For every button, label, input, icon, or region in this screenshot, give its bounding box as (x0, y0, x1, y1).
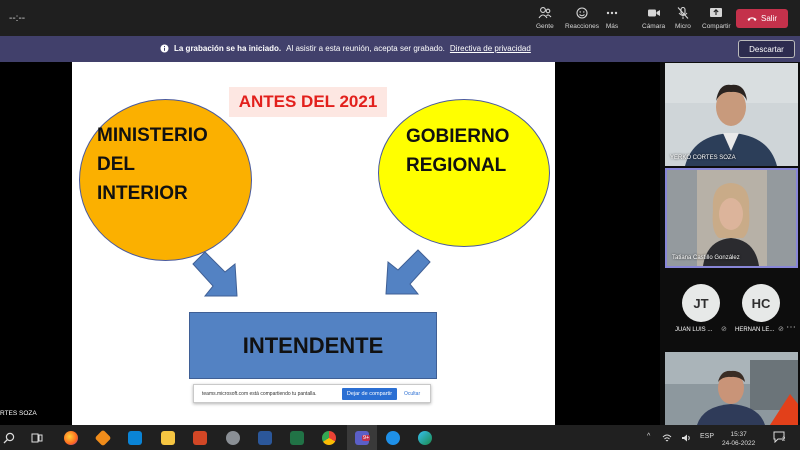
leave-label: Salir (760, 14, 777, 23)
intendente-box: INTENDENTE (189, 312, 437, 379)
people-button[interactable]: Gente (536, 6, 554, 30)
participant-video-image (665, 63, 798, 166)
participant-avatar[interactable]: JT (682, 284, 720, 322)
app-cube-icon[interactable] (94, 429, 112, 447)
participant-video-tile[interactable]: YERKO CORTES SOZA (665, 63, 798, 166)
reactions-button[interactable]: Reacciones (565, 6, 599, 30)
banner-message: Al asistir a esta reunión, acepta ser gr… (286, 44, 445, 53)
gobierno-regional-circle: GOBIERNO REGIONAL (378, 99, 550, 247)
mic-button[interactable]: Micro (675, 6, 691, 30)
dismiss-banner-button[interactable]: Descartar (738, 40, 795, 58)
camera-button[interactable]: Cámara (642, 6, 665, 30)
ministerio-interior-circle: MINISTERIO DEL INTERIOR (79, 99, 252, 261)
share-button[interactable]: Compartir (702, 6, 731, 30)
right-circle-line-2: REGIONAL (406, 155, 507, 176)
internet-explorer-icon[interactable] (386, 431, 400, 445)
teams-badge: 9+ (362, 435, 371, 441)
arrow-right-down-icon (385, 249, 431, 295)
participant-name: HERNAN LE... (735, 327, 775, 333)
more-button[interactable]: Más (605, 6, 619, 30)
screen-share-bar: teams.microsoft.com está compartiendo tu… (193, 384, 431, 403)
language-indicator[interactable]: ESP (700, 433, 714, 440)
mic-off-icon (677, 6, 689, 19)
arrow-left-down-icon (192, 251, 238, 297)
left-circle-line-3: INTERIOR (97, 183, 188, 204)
phone-hangup-icon (747, 16, 757, 21)
people-icon (538, 7, 552, 19)
more-dots-icon (606, 11, 618, 15)
excel-icon[interactable] (290, 431, 304, 445)
participant-name: YERKO CORTES SOZA (670, 155, 736, 161)
leave-button[interactable]: Salir (736, 9, 788, 28)
chevron-up-icon[interactable]: ^ (647, 433, 650, 440)
participant-video-image (667, 170, 796, 266)
clock[interactable]: 15:37 24-06-2022 (722, 430, 755, 448)
powerpoint-icon[interactable] (193, 431, 207, 445)
share-status-text: teams.microsoft.com está compartiendo tu… (202, 391, 317, 397)
camera-icon (647, 9, 660, 17)
participant-name: JUAN LUIS ... (675, 327, 713, 333)
mic-off-icon: ⊘ (721, 326, 727, 333)
hide-share-bar-link[interactable]: Ocultar (404, 391, 420, 397)
firefox-icon[interactable] (64, 431, 78, 445)
right-circle-line-1: GOBIERNO (406, 126, 510, 147)
meeting-timer: --:-- (9, 13, 26, 24)
left-circle-line-2: DEL (97, 154, 135, 175)
meeting-toolbar: --:-- Gente Reacciones Más Cámara Micro … (0, 0, 800, 36)
stop-sharing-button[interactable]: Dejar de compartir (342, 388, 397, 400)
share-label: Compartir (702, 23, 731, 30)
participant-video-image (665, 352, 798, 425)
mic-label: Micro (675, 23, 691, 30)
participant-avatar[interactable]: HC (742, 284, 780, 322)
participant-name: Tatiana Castillo González (672, 255, 740, 261)
banner-title: La grabación se ha iniciado. (174, 44, 282, 53)
word-icon[interactable] (258, 431, 272, 445)
people-label: Gente (536, 23, 554, 30)
search-icon[interactable] (3, 432, 15, 444)
clock-date: 24-06-2022 (722, 440, 756, 447)
volume-icon[interactable] (681, 433, 691, 443)
windows-taskbar: 9+ ^ ESP 15:37 24-06-2022 2 (0, 425, 800, 450)
mic-off-icon: ⊘ (778, 326, 784, 333)
reactions-icon (576, 7, 588, 19)
privacy-policy-link[interactable]: Directiva de privacidad (450, 44, 531, 53)
more-options-icon[interactable]: ⋯ (786, 322, 796, 333)
camera-label: Cámara (642, 23, 666, 30)
reactions-label: Reacciones (565, 23, 599, 30)
share-tray-icon (710, 8, 723, 17)
recording-banner: La grabación se ha iniciado. Al asistir … (0, 36, 800, 62)
participant-video-tile[interactable] (665, 352, 798, 425)
clock-time: 15:37 (730, 431, 747, 438)
presenter-name: RTES SOZA (0, 410, 37, 417)
teams-taskbar-button[interactable]: 9+ (347, 425, 377, 450)
participant-video-tile-active[interactable]: Tatiana Castillo González (665, 168, 798, 268)
more-label: Más (605, 23, 619, 30)
slide-year-label: ANTES DEL 2021 (229, 87, 387, 117)
chrome-icon[interactable] (322, 431, 336, 445)
edge-icon[interactable] (418, 431, 432, 445)
info-icon (160, 44, 169, 53)
notification-count: 2 (782, 437, 786, 443)
task-view-icon[interactable] (31, 432, 43, 444)
wifi-icon[interactable] (662, 433, 672, 443)
remote-desktop-icon[interactable] (226, 431, 240, 445)
left-circle-line-1: MINISTERIO (97, 125, 208, 146)
network-app-icon[interactable] (128, 431, 142, 445)
file-explorer-icon[interactable] (161, 431, 175, 445)
